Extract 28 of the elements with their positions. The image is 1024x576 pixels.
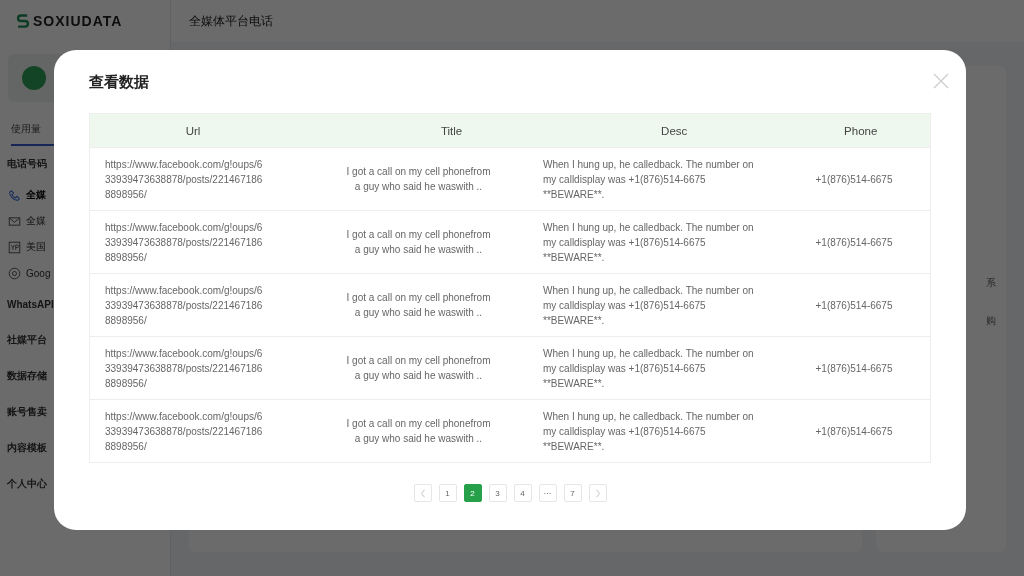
table-cell-text: https://www.facebook.com/g!oups/633939473638878/posts/2214671868898956/ [104,346,264,391]
table-cell-text: When I hung up, he calledback. The number on my calldisplay was +1(876)514-6675 **BEWARE**. [542,157,755,202]
table-cell-text: https://www.facebook.com/g!oups/633939473638878/posts/2214671868898956/ [104,283,264,328]
table-cell-text: I got a call on my cell phonefrom a guy who said he waswith .. [345,165,492,194]
table-cell-text: When I hung up, he calledback. The number on my calldisplay was +1(876)514-6675 **BEWARE**. [542,220,755,265]
table-cell-text: I got a call on my cell phonefrom a guy who said he waswith .. [345,228,492,257]
table-cell-text: When I hung up, he calledback. The number on my calldisplay was +1(876)514-6675 **BEWARE**. [542,283,755,328]
panel-text: 系 [986,276,996,290]
table-cell-text: https://www.facebook.com/g!oups/633939473638878/posts/2214671868898956/ [104,409,264,454]
table-cell-text: +1(876)514-6675 [814,298,894,313]
table-cell-text: When I hung up, he calledback. The number on my calldisplay was +1(876)514-6675 **BEWARE**. [542,409,755,454]
table-cell-text: https://www.facebook.com/g!oups/633939473638878/posts/2214671868898956/ [104,157,264,202]
column-header: Phone [843,124,879,137]
table-cell-text: I got a call on my cell phonefrom a guy who said he waswith .. [345,291,492,320]
table-cell-text: +1(876)514-6675 [814,235,894,250]
table-cell-text: +1(876)514-6675 [814,361,894,376]
dialog-title: 查看数据 [89,73,149,92]
table-cell-text: +1(876)514-6675 [814,172,894,187]
table-cell-text: +1(876)514-6675 [814,424,894,439]
table-cell-text: https://www.facebook.com/g!oups/633939473638878/posts/2214671868898956/ [104,220,264,265]
column-header: Url [184,124,202,137]
logo-text: SOXIUDATA [33,13,123,29]
table-cell-text: I got a call on my cell phonefrom a guy who said he waswith .. [345,417,492,446]
table-cell-text: When I hung up, he calledback. The number on my calldisplay was +1(876)514-6675 **BEWARE**. [542,346,755,391]
table-cell-text: I got a call on my cell phonefrom a guy who said he waswith .. [345,354,492,383]
column-header: Desc [660,124,689,137]
column-header: Title [439,124,464,137]
page-title: 全媒体平台电话 [189,12,273,30]
